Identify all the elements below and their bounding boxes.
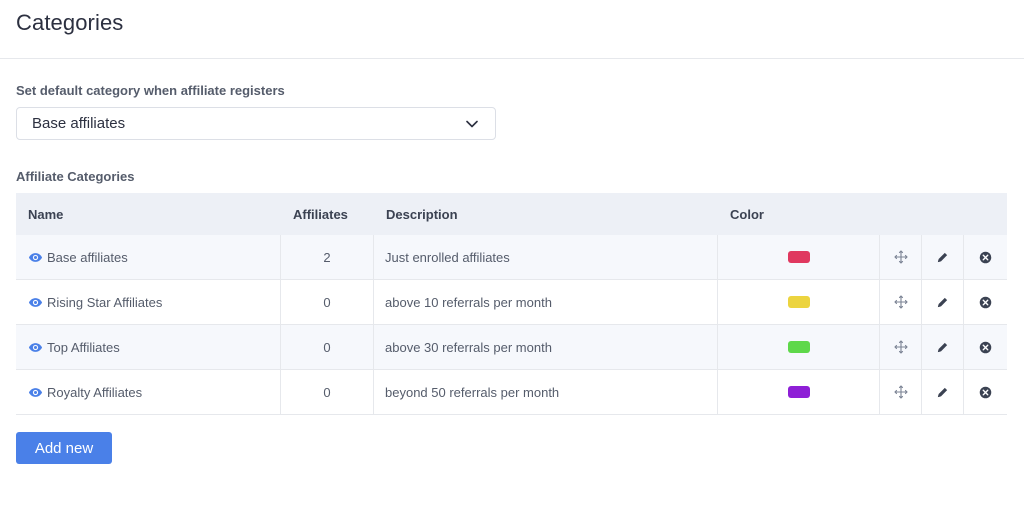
header-description: Description [386, 206, 458, 222]
affiliates-count: 2 [281, 235, 374, 279]
eye-icon[interactable] [28, 340, 43, 355]
category-name: Royalty Affiliates [47, 384, 143, 400]
category-name-link[interactable]: Rising Star Affiliates [28, 295, 162, 310]
close-circle-icon[interactable] [978, 339, 994, 355]
move-icon[interactable] [893, 384, 909, 400]
affiliates-count: 0 [281, 280, 374, 324]
category-description: Just enrolled affiliates [374, 235, 718, 279]
header-affiliates: Affiliates [293, 206, 348, 222]
color-swatch [787, 341, 810, 353]
default-category-value: Base affiliates [32, 115, 126, 132]
close-circle-icon[interactable] [978, 384, 994, 400]
category-name: Top Affiliates [47, 339, 120, 355]
categories-table: Name Affiliates Description Color Base a… [16, 193, 1007, 415]
eye-icon[interactable] [28, 295, 43, 310]
table-row: Rising Star Affiliates 0 above 10 referr… [16, 280, 1007, 325]
table-row: Base affiliates 2 Just enrolled affiliat… [16, 235, 1007, 280]
category-description: beyond 50 referrals per month [374, 370, 718, 414]
default-category-select[interactable]: Base affiliates [16, 107, 496, 140]
title-divider [0, 58, 1024, 59]
pencil-icon[interactable] [935, 294, 951, 310]
affiliate-categories-label: Affiliate Categories [16, 169, 135, 184]
table-row: Royalty Affiliates 0 beyond 50 referrals… [16, 370, 1007, 415]
chevron-down-icon [466, 118, 478, 130]
affiliates-count: 0 [281, 370, 374, 414]
header-name: Name [28, 206, 64, 222]
move-icon[interactable] [893, 294, 909, 310]
add-new-button[interactable]: Add new [16, 432, 112, 464]
category-description: above 10 referrals per month [374, 280, 718, 324]
move-icon[interactable] [893, 249, 909, 265]
color-swatch [787, 296, 810, 308]
default-category-label: Set default category when affiliate regi… [16, 83, 285, 98]
close-circle-icon[interactable] [978, 294, 994, 310]
table-row: Top Affiliates 0 above 30 referrals per … [16, 325, 1007, 370]
color-swatch [787, 386, 810, 398]
category-name-link[interactable]: Top Affiliates [28, 340, 120, 355]
pencil-icon[interactable] [935, 339, 951, 355]
eye-icon[interactable] [28, 385, 43, 400]
category-name: Base affiliates [47, 249, 128, 265]
eye-icon[interactable] [28, 250, 43, 265]
category-name-link[interactable]: Royalty Affiliates [28, 385, 142, 400]
category-name: Rising Star Affiliates [47, 294, 163, 310]
page-title: Categories [16, 10, 124, 35]
move-icon[interactable] [893, 339, 909, 355]
table-header: Name Affiliates Description Color [16, 193, 1007, 235]
affiliates-count: 0 [281, 325, 374, 369]
close-circle-icon[interactable] [978, 249, 994, 265]
header-color: Color [730, 206, 764, 222]
pencil-icon[interactable] [935, 249, 951, 265]
pencil-icon[interactable] [935, 384, 951, 400]
color-swatch [787, 251, 810, 263]
category-description: above 30 referrals per month [374, 325, 718, 369]
category-name-link[interactable]: Base affiliates [28, 250, 128, 265]
